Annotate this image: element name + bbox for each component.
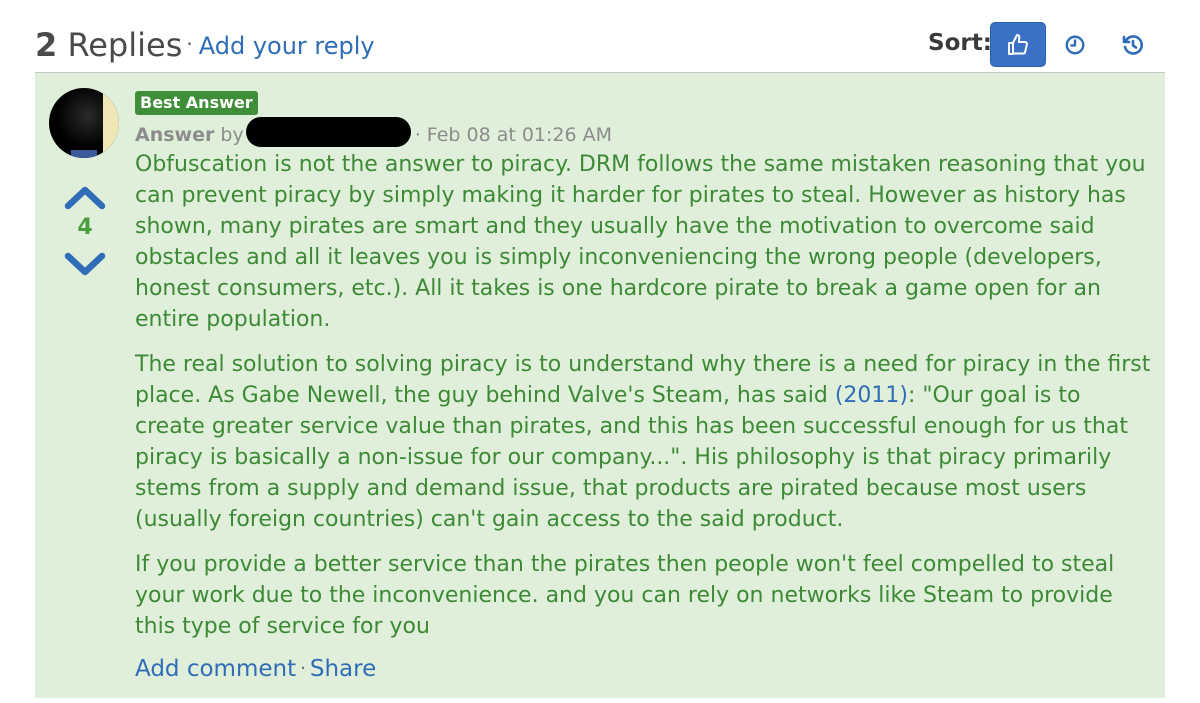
- answer-body: Obfuscation is not the answer to piracy.…: [135, 149, 1155, 642]
- citation-link[interactable]: (2011): [835, 383, 908, 408]
- answer-paragraph: The real solution to solving piracy is t…: [135, 349, 1155, 535]
- best-answer-badge: Best Answer: [135, 91, 258, 115]
- replies-header: 2 Replies · Add your reply Sort:: [35, 18, 1165, 73]
- answer-paragraph: Obfuscation is not the answer to piracy.…: [135, 152, 1146, 332]
- answer-date: · Feb 08 at 01:26 AM: [414, 124, 613, 146]
- header-separator: ·: [186, 32, 193, 56]
- add-comment-link[interactable]: Add comment: [135, 656, 296, 682]
- page: 2 Replies · Add your reply Sort: 4 Best …: [0, 0, 1200, 703]
- upvote-arrow-icon[interactable]: [63, 183, 107, 211]
- answer-actions: Add comment · Share: [135, 656, 1155, 682]
- vote-count: 4: [77, 215, 93, 240]
- answer-type-label: Answer: [135, 124, 215, 146]
- actions-separator: ·: [300, 658, 306, 679]
- replies-label: Replies: [67, 26, 183, 64]
- vote-widget: 4: [61, 183, 109, 279]
- answer-paragraph: If you provide a better service than the…: [135, 552, 1115, 639]
- sort-by-recent-button[interactable]: [1047, 22, 1103, 67]
- replies-count: 2: [35, 26, 58, 64]
- sort-label: Sort:: [928, 30, 992, 56]
- add-reply-link[interactable]: Add your reply: [199, 32, 375, 60]
- best-answer-card: 4 Best Answer Answer by · Feb 08 at 01:26…: [35, 73, 1165, 698]
- answer-by-label: by: [220, 124, 244, 146]
- history-icon: [1122, 34, 1144, 55]
- downvote-arrow-icon[interactable]: [63, 251, 107, 279]
- thumbs-up-icon: [1008, 33, 1028, 55]
- answer-content: Best Answer Answer by · Feb 08 at 01:26 A…: [135, 91, 1155, 682]
- clock-icon: [1065, 35, 1085, 54]
- replies-title: 2 Replies · Add your reply: [35, 26, 375, 64]
- avatar[interactable]: [49, 88, 119, 158]
- share-link[interactable]: Share: [310, 656, 376, 682]
- answer-meta: Answer by · Feb 08 at 01:26 AM: [135, 117, 1155, 147]
- redacted-username: [245, 117, 411, 147]
- sort-by-votes-button[interactable]: [990, 22, 1046, 67]
- sort-by-oldest-button[interactable]: [1105, 22, 1161, 67]
